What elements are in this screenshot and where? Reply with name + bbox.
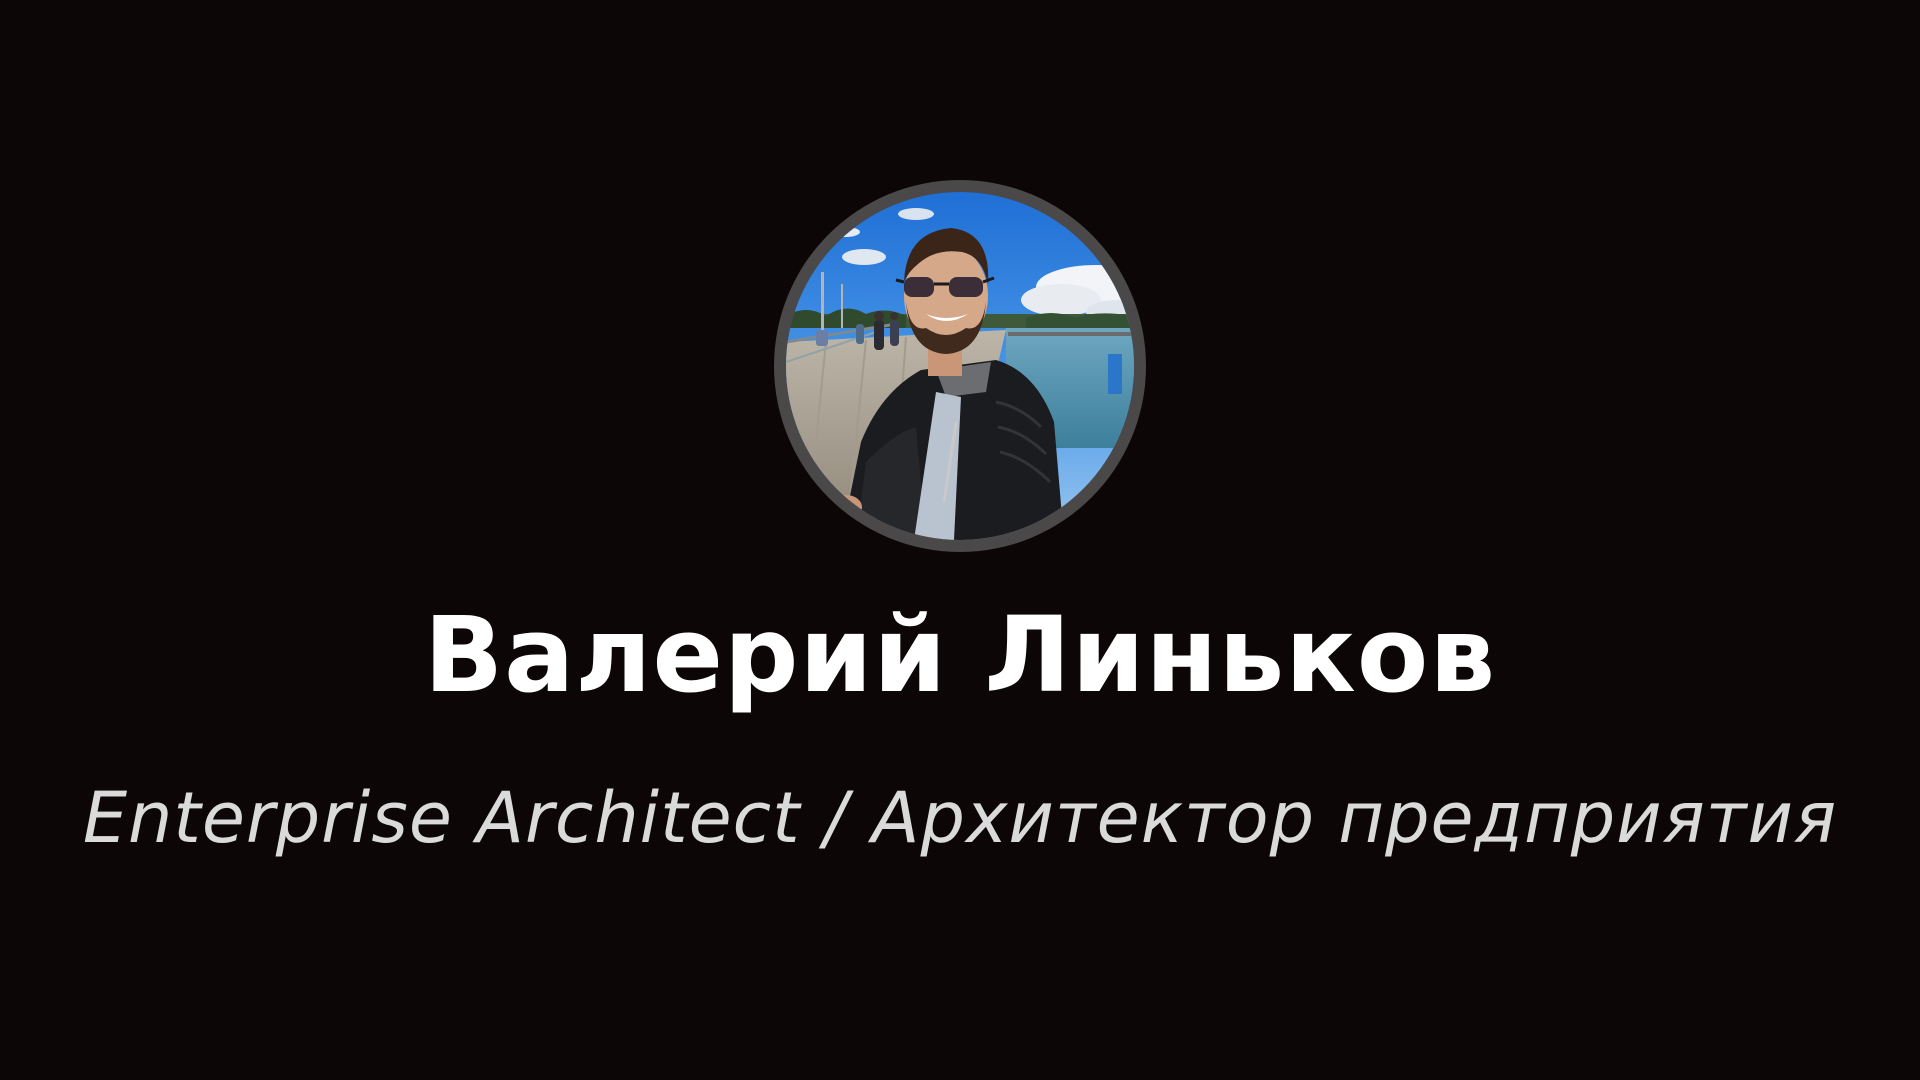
person-role: Enterprise Architect / Архитектор предпр…: [82, 777, 1838, 859]
avatar: [774, 180, 1146, 552]
avatar-photo: [786, 192, 1134, 540]
person-portrait-photo-icon: [786, 192, 1134, 540]
person-name: Валерий Линьков: [423, 594, 1497, 716]
